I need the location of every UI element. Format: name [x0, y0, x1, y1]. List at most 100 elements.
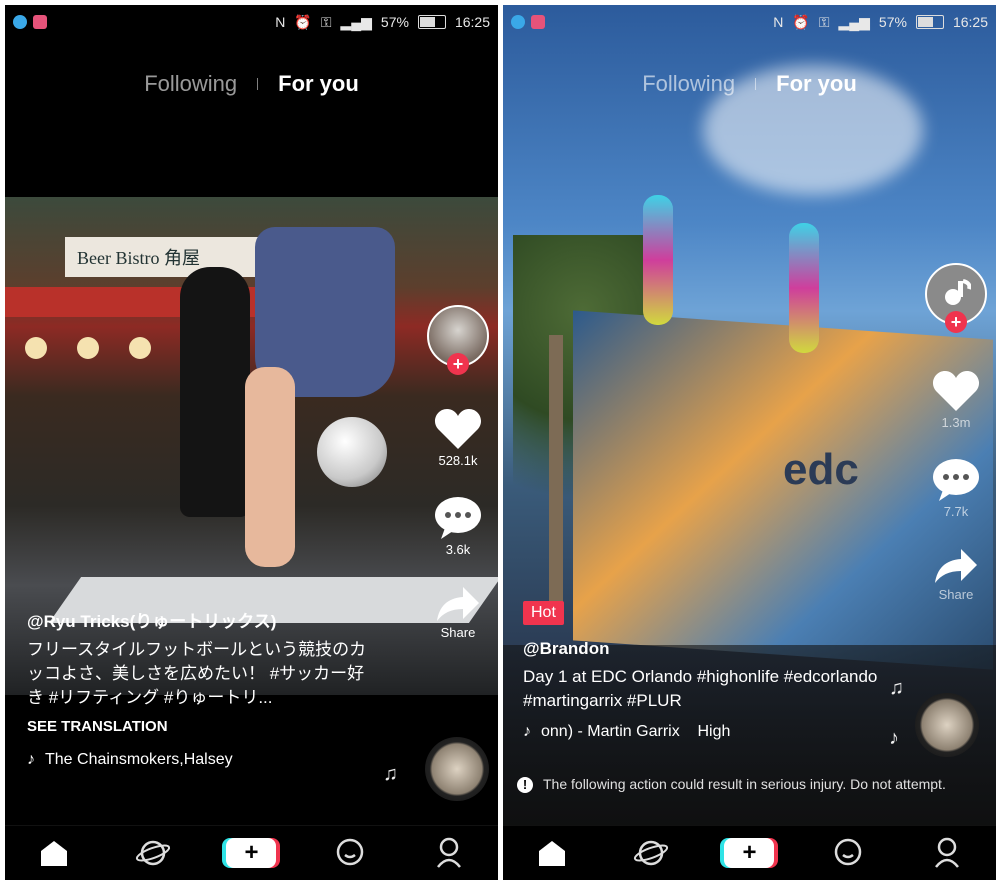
- video-frame[interactable]: edc: [503, 5, 996, 880]
- app-notification-icon: [33, 15, 47, 29]
- follow-plus-icon[interactable]: +: [447, 353, 469, 375]
- share-arrow-icon: [935, 549, 977, 583]
- key-icon: ⚿: [320, 13, 332, 30]
- creator-username[interactable]: @Ryu Tricks(りゅートリックス): [27, 607, 378, 632]
- creator-avatar[interactable]: +: [925, 263, 987, 333]
- feed-tabs: Following For you: [5, 71, 498, 97]
- creator-username[interactable]: @Brandon: [523, 639, 896, 659]
- like-button[interactable]: 528.1k: [434, 407, 482, 468]
- bottom-nav: +: [5, 825, 498, 880]
- nfc-icon: N: [773, 14, 784, 30]
- lamp: [25, 337, 47, 359]
- like-count: 1.3m: [941, 415, 971, 430]
- clock: 16:25: [454, 14, 490, 30]
- music-title: The Chainsmokers,Halsey: [45, 751, 233, 768]
- lamp: [77, 337, 99, 359]
- player-leg: [245, 367, 295, 567]
- status-bar: N ⏰ ⚿ ▂▄▆ 57% 16:25: [503, 5, 996, 39]
- alarm-icon: ⏰: [294, 13, 312, 30]
- see-translation-link[interactable]: SEE TRANSLATION: [27, 718, 378, 735]
- share-arrow-icon: [437, 587, 479, 621]
- music-note-icon: ♫: [383, 763, 398, 785]
- caption-text: Day 1 at EDC Orlando #highonlife #edcorl…: [523, 667, 878, 710]
- comment-icon: [435, 497, 481, 539]
- safety-warning: ! The following action could result in s…: [517, 775, 986, 794]
- caption-text: フリースタイルフットボールという競技のカッコよさ、美しさを広めたい！ #サッカー…: [27, 640, 367, 707]
- phone-screen-left: Beer Bistro 角屋 N ⏰ ⚿ ▂▄▆ 57% 16:25 Follo…: [5, 5, 498, 880]
- tab-following[interactable]: Following: [144, 71, 237, 97]
- comment-count: 3.6k: [445, 542, 471, 557]
- share-button[interactable]: Share: [933, 547, 979, 602]
- nav-create[interactable]: +: [226, 833, 277, 873]
- music-disc[interactable]: [915, 693, 979, 757]
- signal-icon: ▂▄▆: [340, 13, 372, 30]
- status-bar: N ⏰ ⚿ ▂▄▆ 57% 16:25: [5, 5, 498, 39]
- inbox-icon: [834, 838, 862, 866]
- like-button[interactable]: 1.3m: [932, 369, 980, 430]
- music-disc[interactable]: [425, 737, 489, 801]
- tab-for-you[interactable]: For you: [278, 71, 359, 97]
- action-rail: + 528.1k 3.6k Share: [427, 305, 489, 640]
- nav-profile[interactable]: [922, 833, 972, 873]
- performer-figure: [643, 195, 673, 325]
- music-note-icon: ♪: [889, 727, 899, 749]
- performer-figure: [789, 223, 819, 353]
- creator-avatar[interactable]: +: [427, 305, 489, 375]
- app-notification-icon: [13, 15, 27, 29]
- storefront-sign: Beer Bistro 角屋: [65, 237, 275, 277]
- nav-home[interactable]: [527, 833, 577, 873]
- feed-tabs: Following For you: [503, 71, 996, 97]
- profile-icon: [934, 837, 959, 868]
- app-notification-icon: [511, 15, 525, 29]
- lamp: [129, 337, 151, 359]
- soccer-ball: [317, 417, 387, 487]
- create-icon: +: [724, 838, 775, 868]
- signal-icon: ▂▄▆: [838, 13, 870, 30]
- clock: 16:25: [952, 14, 988, 30]
- nav-discover[interactable]: [626, 833, 676, 873]
- comment-count: 7.7k: [943, 504, 969, 519]
- action-rail: + 1.3m 7.7k Share: [925, 263, 987, 602]
- nav-inbox[interactable]: [325, 833, 375, 873]
- tab-following[interactable]: Following: [642, 71, 735, 97]
- nfc-icon: N: [275, 14, 286, 30]
- tab-for-you[interactable]: For you: [776, 71, 857, 97]
- home-icon: [539, 841, 566, 866]
- battery-icon: [915, 15, 944, 29]
- comment-button[interactable]: 3.6k: [433, 496, 483, 557]
- heart-icon: [434, 409, 482, 449]
- nav-create[interactable]: +: [724, 833, 775, 873]
- music-line[interactable]: ♪ The Chainsmokers,Halsey: [27, 751, 378, 769]
- music-title: onn) - Martin Garrix High: [541, 723, 731, 740]
- tiktok-note-icon: ♪: [27, 751, 35, 768]
- edc-logo: edc: [783, 445, 859, 494]
- follow-plus-icon[interactable]: +: [945, 311, 967, 333]
- app-notification-icon: [531, 15, 545, 29]
- default-avatar-icon: [945, 279, 971, 305]
- discover-icon: [135, 840, 170, 866]
- woman-figure: [180, 267, 250, 517]
- music-line[interactable]: ♪ onn) - Martin Garrix High: [523, 723, 896, 741]
- battery-percent: 57%: [380, 14, 409, 30]
- palm-trunk: [549, 335, 563, 605]
- video-caption: Hot @Brandon Day 1 at EDC Orlando #higho…: [523, 601, 896, 741]
- comment-icon: [933, 459, 979, 501]
- comment-button[interactable]: 7.7k: [931, 458, 981, 519]
- video-caption: @Ryu Tricks(りゅートリックス) フリースタイルフットボールという競技…: [27, 607, 378, 769]
- profile-icon: [436, 837, 461, 868]
- home-icon: [41, 841, 68, 866]
- heart-icon: [932, 371, 980, 411]
- warning-icon: !: [517, 777, 533, 793]
- nav-discover[interactable]: [128, 833, 178, 873]
- warning-text: The following action could result in ser…: [543, 776, 946, 792]
- nav-profile[interactable]: [424, 833, 474, 873]
- share-button[interactable]: Share: [435, 585, 481, 640]
- key-icon: ⚿: [818, 13, 830, 30]
- battery-percent: 57%: [878, 14, 907, 30]
- nav-home[interactable]: [29, 833, 79, 873]
- tab-divider: [257, 78, 259, 90]
- battery-icon: [417, 15, 446, 29]
- share-label: Share: [938, 587, 974, 602]
- tiktok-note-icon: ♪: [523, 723, 531, 740]
- nav-inbox[interactable]: [823, 833, 873, 873]
